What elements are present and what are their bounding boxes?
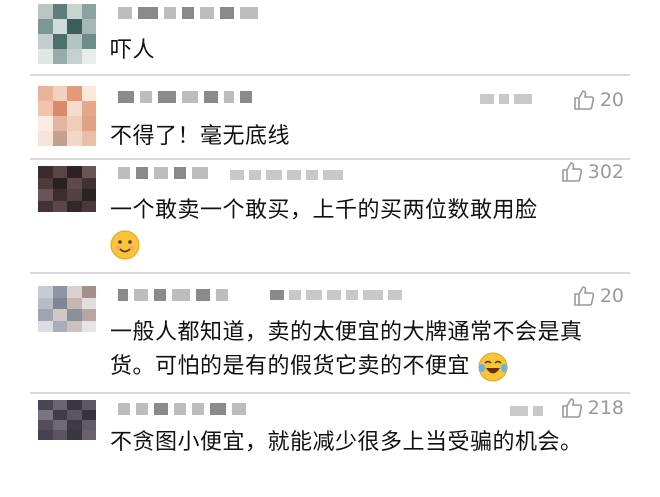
avatar[interactable]	[38, 4, 96, 64]
username-blurred[interactable]	[118, 166, 208, 180]
username-blurred[interactable]	[118, 90, 252, 104]
like-button[interactable]: 302	[560, 160, 624, 184]
thumbs-up-outline-icon	[574, 90, 594, 110]
comment-text: 一般人都知道，卖的太便宜的大牌通常不会是真货。可怕的是有的假货它卖的不便宜	[110, 316, 610, 384]
comment-card: 吓人	[30, 0, 630, 76]
like-button[interactable]: 218	[560, 396, 624, 420]
like-count: 302	[587, 161, 624, 183]
username-blurred[interactable]	[118, 402, 246, 416]
avatar[interactable]	[38, 86, 96, 146]
comment-card: 218 不贪图小便宜，就能减少很多上当受骗的机会。	[30, 396, 630, 497]
comment-meta-blurred	[480, 94, 532, 104]
comment-card: 20 一般人都知道，卖的太便宜的大牌通常不会是真货。可怕的是有的假货它卖的不便宜	[30, 282, 630, 394]
like-count: 218	[587, 397, 624, 419]
avatar[interactable]	[38, 400, 96, 440]
avatar[interactable]	[38, 286, 96, 332]
like-count: 20	[599, 285, 624, 307]
comment-text: 不得了！毫无底线	[110, 124, 291, 149]
comment-meta-blurred	[230, 170, 343, 180]
like-count: 20	[599, 89, 624, 111]
comment-card: 302 一个敢卖一个敢买，上千的买两位数敢用脸	[30, 160, 630, 274]
avatar[interactable]	[38, 166, 96, 212]
comment-text-content: 一个敢卖一个敢买，上千的买两位数敢用脸	[110, 198, 538, 223]
comment-meta-blurred	[270, 290, 402, 300]
comment-text: 不贪图小便宜，就能减少很多上当受骗的机会。	[110, 430, 583, 455]
like-button[interactable]: 20	[572, 88, 624, 112]
comment-meta-blurred	[510, 406, 543, 416]
comment-text: 一个敢卖一个敢买，上千的买两位数敢用脸	[110, 194, 610, 262]
thumbs-up-outline-icon	[561, 162, 582, 182]
thumbs-up-outline-icon	[561, 398, 582, 418]
comment-card: 20 不得了！毫无底线	[30, 82, 630, 160]
comment-text: 吓人	[110, 38, 156, 63]
tears-of-joy-emoji	[478, 352, 508, 382]
smile-emoji	[110, 230, 140, 260]
username-blurred[interactable]	[118, 6, 258, 20]
comment-text-content: 一般人都知道，卖的太便宜的大牌通常不会是真货。可怕的是有的假货它卖的不便宜	[110, 320, 583, 379]
username-blurred[interactable]	[118, 288, 228, 302]
thumbs-up-outline-icon	[574, 286, 594, 306]
like-button[interactable]: 20	[572, 284, 624, 308]
